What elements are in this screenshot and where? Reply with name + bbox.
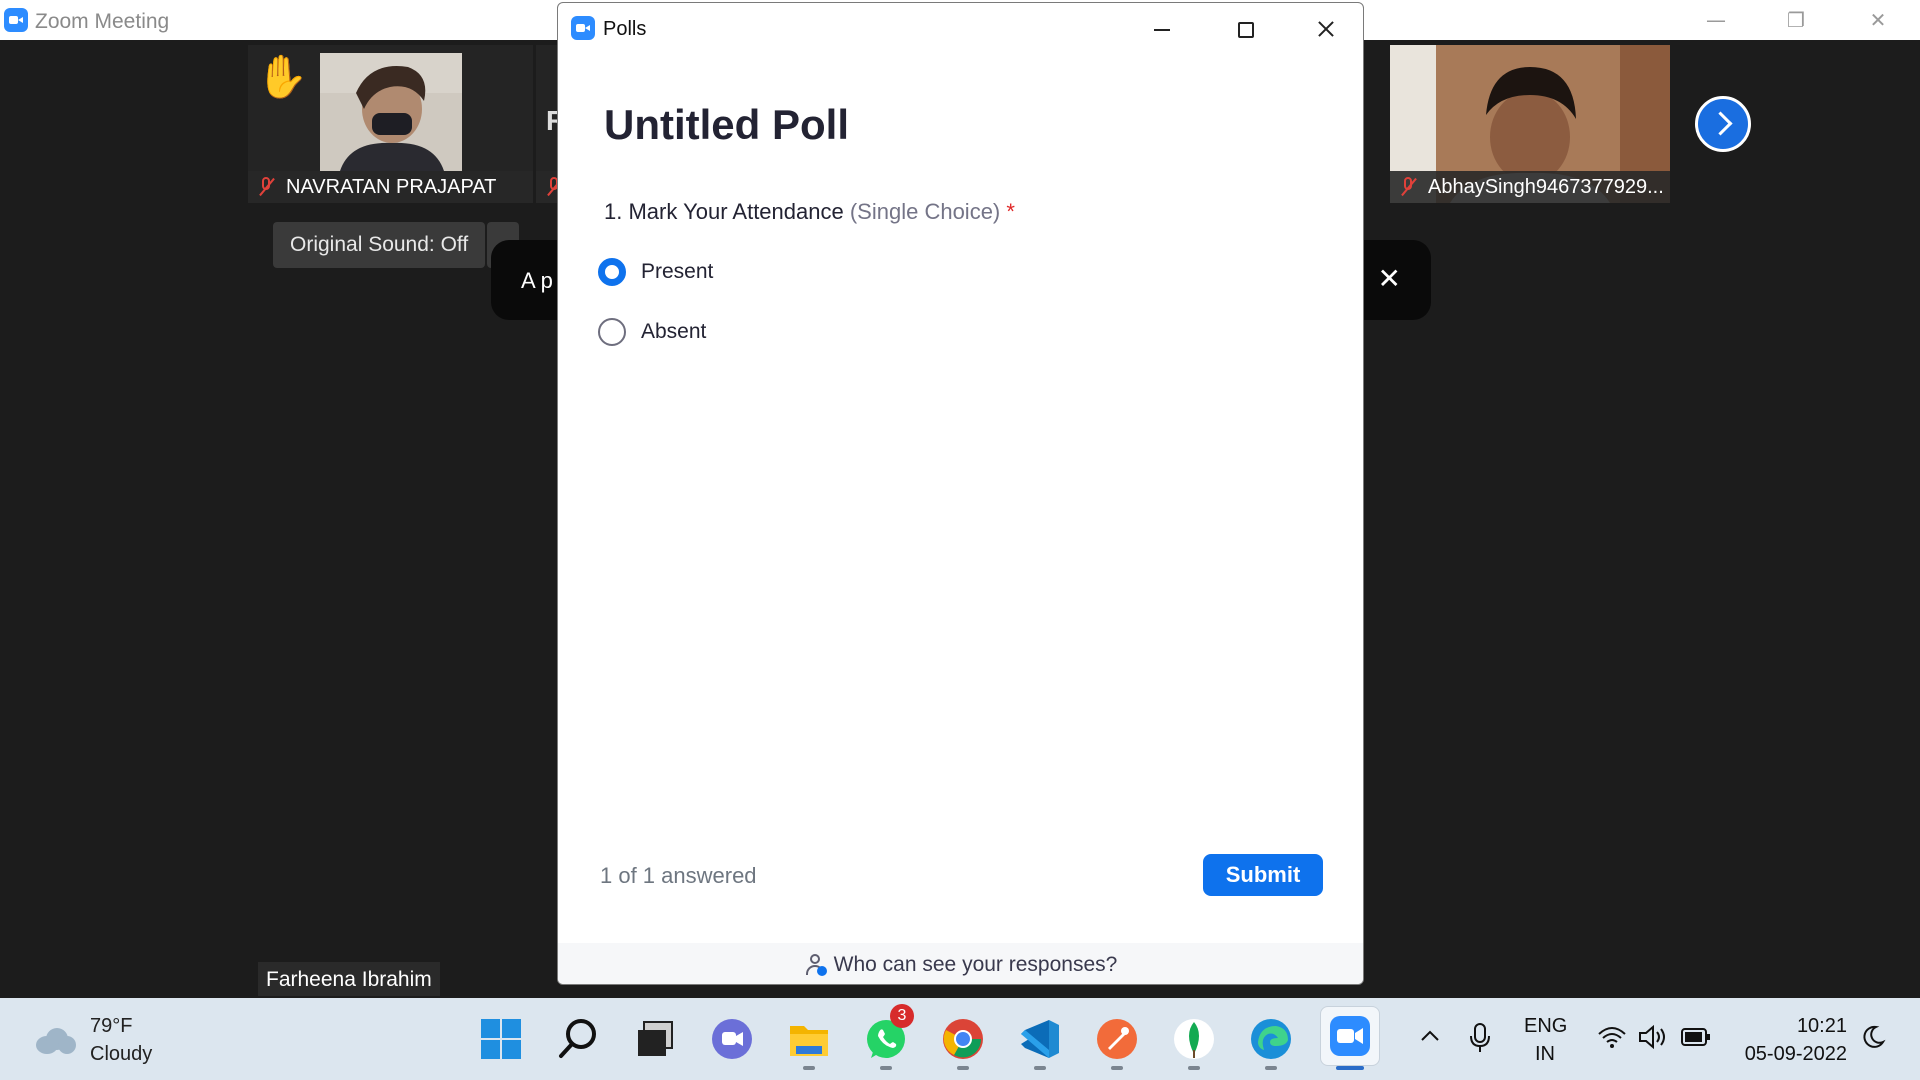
zoom-taskbar-icon[interactable]	[1320, 1006, 1380, 1066]
polls-minimize-button[interactable]	[1140, 13, 1184, 45]
clock-time: 10:21	[1796, 1015, 1847, 1037]
zoom-window-title: Zoom Meeting	[35, 10, 170, 33]
region-code: IN	[1535, 1043, 1555, 1065]
running-indicator	[1034, 1066, 1046, 1070]
teams-chat-icon[interactable]	[709, 1016, 755, 1062]
zoom-logo-icon	[571, 16, 595, 40]
file-explorer-icon[interactable]	[786, 1016, 832, 1062]
weather-widget[interactable]: 79°F Cloudy	[32, 1012, 152, 1068]
raised-hand-icon: ✋	[256, 53, 309, 100]
participant-name-bar: AbhaySingh9467377929...	[1390, 171, 1670, 203]
polls-title-bar: Polls	[558, 3, 1363, 53]
participant-name: AbhaySingh9467377929...	[1428, 175, 1664, 198]
next-page-button[interactable]	[1695, 96, 1751, 152]
language-code: ENG	[1524, 1015, 1568, 1037]
chrome-icon[interactable]	[940, 1016, 986, 1062]
weather-temp: 79°F	[90, 1015, 133, 1037]
mongodb-compass-icon[interactable]	[1171, 1016, 1217, 1062]
running-indicator	[803, 1066, 815, 1070]
running-indicator	[957, 1066, 969, 1070]
participant-name: NAVRATAN PRAJAPAT	[286, 175, 497, 198]
minimize-icon[interactable]: —	[1696, 6, 1736, 34]
original-sound-label: Original Sound: Off	[290, 233, 469, 256]
person-privacy-icon	[804, 953, 828, 977]
responses-visibility-link[interactable]: Who can see your responses?	[558, 943, 1363, 984]
poll-question: 1. Mark Your Attendance (Single Choice) …	[604, 199, 1015, 225]
poll-option-present[interactable]: Present	[598, 254, 713, 290]
original-sound-button[interactable]: Original Sound: Off	[273, 222, 485, 268]
close-icon[interactable]: ✕	[1858, 6, 1898, 34]
radio-selected-icon[interactable]	[598, 258, 626, 286]
participant-tile-abhay[interactable]: AbhaySingh9467377929...	[1390, 45, 1670, 203]
running-indicator	[880, 1066, 892, 1070]
clock-date: 05-09-2022	[1744, 1043, 1847, 1065]
poll-option-absent[interactable]: Absent	[598, 314, 706, 350]
vscode-icon[interactable]	[1017, 1016, 1063, 1062]
toast-close-icon[interactable]: ✕	[1378, 262, 1401, 295]
footer-text: Who can see your responses?	[833, 952, 1118, 976]
volume-icon[interactable]	[1638, 1024, 1668, 1050]
polls-maximize-button[interactable]	[1223, 13, 1267, 45]
running-indicator	[1188, 1066, 1200, 1070]
muted-mic-icon	[1396, 175, 1420, 199]
running-indicator	[1265, 1066, 1277, 1070]
system-clock[interactable]: 10:21 05-09-2022	[1735, 1012, 1847, 1068]
restore-icon[interactable]: ❐	[1776, 6, 1816, 34]
chevron-up-icon[interactable]	[1418, 1024, 1442, 1048]
polls-dialog: Polls Untitled Poll 1. Mark Your Attenda…	[557, 2, 1364, 985]
postman-icon[interactable]	[1094, 1016, 1140, 1062]
polls-close-button[interactable]	[1303, 13, 1347, 45]
muted-mic-icon	[542, 175, 563, 199]
toast-text: A p	[521, 268, 553, 293]
polls-window-title: Polls	[603, 18, 647, 40]
windows-start-icon[interactable]	[478, 1016, 524, 1062]
task-view-icon[interactable]	[632, 1016, 678, 1062]
participant-name-label: Farheena Ibrahim	[258, 962, 440, 996]
participant-video	[320, 53, 462, 171]
battery-icon[interactable]	[1680, 1026, 1712, 1048]
running-indicator	[1111, 1066, 1123, 1070]
focus-moon-icon[interactable]	[1860, 1024, 1886, 1050]
wifi-icon[interactable]	[1597, 1024, 1627, 1050]
zoom-logo-icon	[4, 8, 28, 32]
windows-taskbar: 79°F Cloudy 3 ENG IN 10:21 05-09-2022	[0, 998, 1920, 1080]
muted-mic-icon	[254, 175, 278, 199]
submit-button[interactable]: Submit	[1203, 854, 1323, 896]
participant-name-bar: NAVRATAN PRAJAPAT	[248, 171, 533, 203]
option-label: Present	[641, 260, 714, 283]
notification-badge: 3	[890, 1004, 914, 1028]
question-type: (Single Choice)	[849, 199, 1001, 224]
poll-title: Untitled Poll	[604, 101, 849, 148]
weather-desc: Cloudy	[90, 1043, 153, 1065]
edge-icon[interactable]	[1248, 1016, 1294, 1062]
question-text: 1. Mark Your Attendance	[604, 199, 844, 224]
search-icon[interactable]	[555, 1016, 601, 1062]
required-marker: *	[1006, 199, 1015, 224]
microphone-icon[interactable]	[1466, 1022, 1494, 1054]
option-label: Absent	[641, 320, 707, 343]
cloud-icon	[32, 1024, 78, 1056]
input-language-indicator[interactable]: ENG IN	[1524, 1012, 1568, 1068]
radio-unselected-icon[interactable]	[598, 318, 626, 346]
active-indicator	[1336, 1066, 1364, 1070]
answered-status: 1 of 1 answered	[600, 863, 757, 888]
